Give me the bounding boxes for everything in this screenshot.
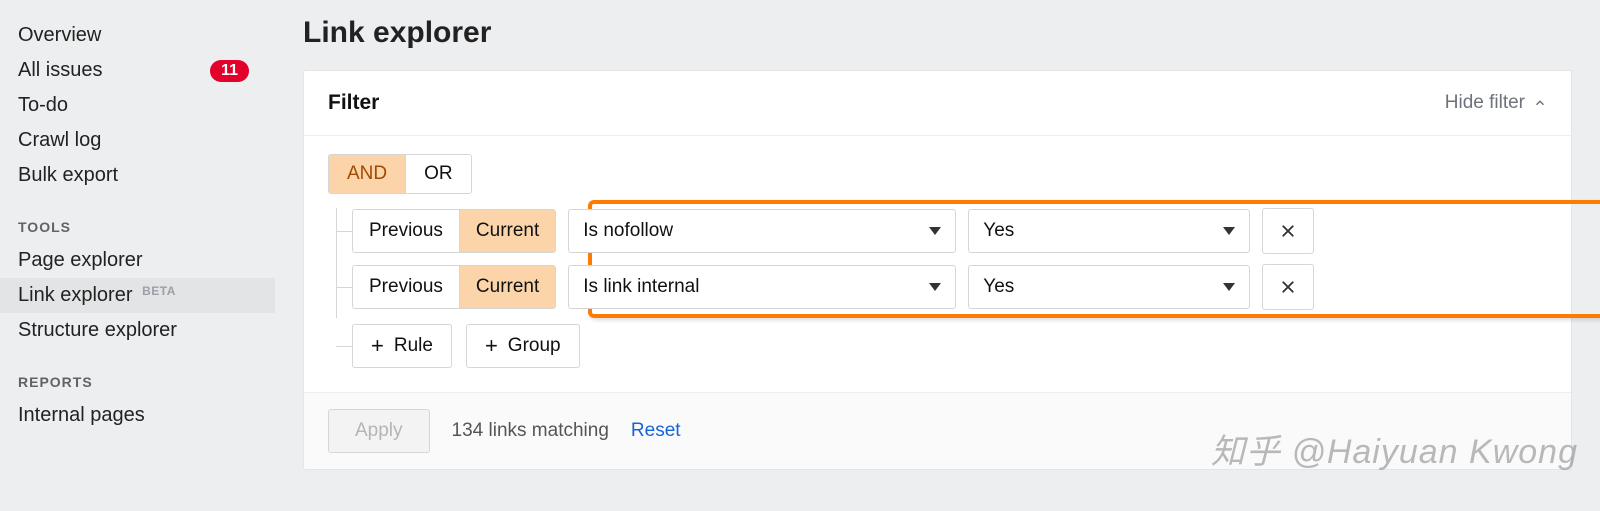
main: Link explorer Filter Hide filter AND OR — [275, 0, 1600, 511]
sidebar-item-link-explorer[interactable]: Link explorer BETA — [0, 278, 275, 313]
sidebar-item-todo[interactable]: To-do — [0, 88, 275, 123]
sidebar-item-label: Structure explorer — [18, 319, 177, 342]
caret-down-icon — [929, 227, 941, 235]
rule-value-select[interactable]: Yes — [968, 265, 1250, 309]
page-title: Link explorer — [303, 16, 1572, 50]
caret-down-icon — [929, 283, 941, 291]
crawl-toggle: Previous Current — [352, 265, 556, 309]
filter-footer: Apply 134 links matching Reset — [304, 392, 1571, 469]
remove-rule-button[interactable] — [1262, 208, 1314, 254]
filter-rule-row: Previous Current Is link internal Yes — [352, 264, 1547, 310]
crawl-current-button[interactable]: Current — [459, 266, 555, 308]
crawl-current-button[interactable]: Current — [459, 210, 555, 252]
rule-field-value: Is link internal — [583, 276, 699, 298]
crawl-previous-button[interactable]: Previous — [353, 266, 459, 308]
chevron-up-icon — [1533, 96, 1547, 110]
rule-field-value: Is nofollow — [583, 220, 673, 242]
rule-value-text: Yes — [983, 220, 1014, 242]
filter-body: AND OR Previous Current — [304, 136, 1571, 392]
sidebar-item-crawl-log[interactable]: Crawl log — [0, 123, 275, 158]
rule-field-select[interactable]: Is nofollow — [568, 209, 956, 253]
crawl-previous-button[interactable]: Previous — [353, 210, 459, 252]
issues-count-badge: 11 — [210, 60, 249, 82]
crawl-toggle: Previous Current — [352, 209, 556, 253]
sidebar-item-internal-pages[interactable]: Internal pages — [0, 398, 275, 433]
logic-or-button[interactable]: OR — [405, 155, 471, 193]
filter-card: Filter Hide filter AND OR — [303, 70, 1572, 470]
sidebar-item-label: Crawl log — [18, 129, 101, 152]
sidebar-item-label: Link explorer — [18, 284, 133, 306]
sidebar-item-label: All issues — [18, 59, 102, 82]
rule-value-text: Yes — [983, 276, 1014, 298]
sidebar-section-reports: REPORTS — [0, 348, 275, 398]
matching-count: 134 links matching — [452, 420, 609, 442]
hide-filter-toggle[interactable]: Hide filter — [1445, 92, 1547, 114]
rule-tree-line — [336, 208, 337, 318]
filter-header: Filter Hide filter — [304, 71, 1571, 136]
hide-filter-label: Hide filter — [1445, 92, 1525, 114]
sidebar-item-overview[interactable]: Overview — [0, 18, 275, 53]
caret-down-icon — [1223, 227, 1235, 235]
caret-down-icon — [1223, 283, 1235, 291]
sidebar-section-tools: TOOLS — [0, 193, 275, 243]
sidebar-item-label: Page explorer — [18, 249, 143, 272]
close-icon — [1279, 222, 1297, 240]
sidebar-item-all-issues[interactable]: All issues 11 — [0, 53, 275, 88]
sidebar: Overview All issues 11 To-do Crawl log B… — [0, 0, 275, 511]
beta-badge: BETA — [142, 284, 176, 298]
close-icon — [1279, 278, 1297, 296]
logic-toggle: AND OR — [328, 154, 472, 194]
filter-rules: Previous Current Is nofollow Yes — [352, 208, 1547, 368]
filter-rule-row: Previous Current Is nofollow Yes — [352, 208, 1547, 254]
remove-rule-button[interactable] — [1262, 264, 1314, 310]
sidebar-item-label: Bulk export — [18, 164, 118, 187]
add-rule-button[interactable]: + Rule — [352, 324, 452, 368]
sidebar-item-label: Overview — [18, 24, 101, 47]
rule-value-select[interactable]: Yes — [968, 209, 1250, 253]
reset-link[interactable]: Reset — [631, 420, 681, 442]
apply-button[interactable]: Apply — [328, 409, 430, 453]
add-row: + Rule + Group — [352, 324, 1547, 368]
sidebar-item-page-explorer[interactable]: Page explorer — [0, 243, 275, 278]
logic-and-button[interactable]: AND — [329, 155, 405, 193]
sidebar-item-bulk-export[interactable]: Bulk export — [0, 158, 275, 193]
sidebar-item-structure-explorer[interactable]: Structure explorer — [0, 313, 275, 348]
add-rule-label: Rule — [394, 335, 433, 357]
add-group-button[interactable]: + Group — [466, 324, 580, 368]
sidebar-item-label: Internal pages — [18, 404, 145, 427]
sidebar-item-label: To-do — [18, 94, 68, 117]
rule-field-select[interactable]: Is link internal — [568, 265, 956, 309]
add-group-label: Group — [508, 335, 561, 357]
filter-title: Filter — [328, 91, 379, 115]
